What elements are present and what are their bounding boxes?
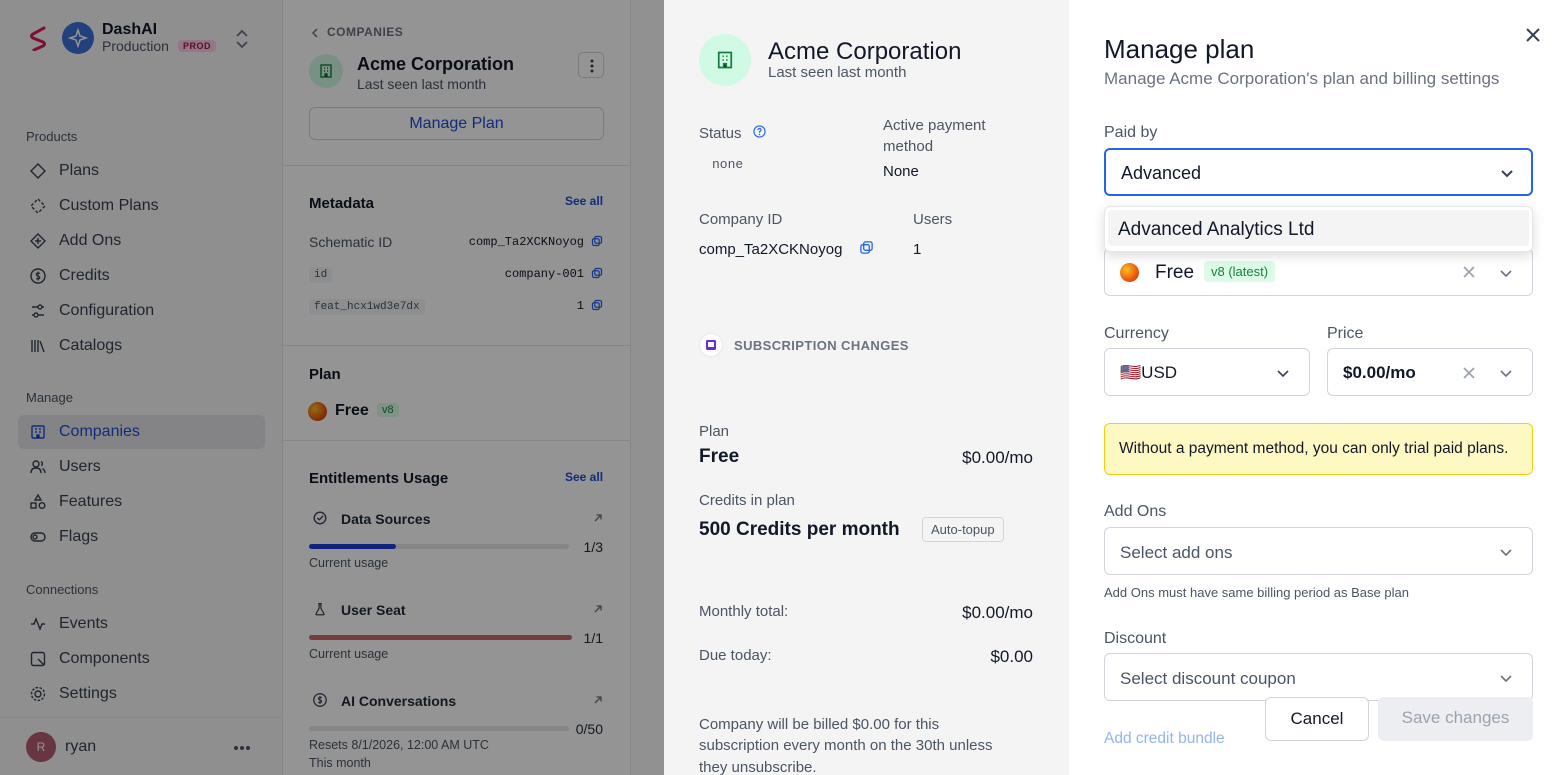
company-id-label: Company ID: [699, 211, 783, 228]
status-label: Status: [699, 125, 742, 142]
billing-note-line-1: Company will be billed $0.00 for this: [699, 716, 940, 733]
discount-placeholder: Select discount coupon: [1120, 669, 1296, 688]
users-value: 1: [913, 241, 922, 258]
chevron-down-icon: [1500, 675, 1512, 683]
monthly-total-label: Monthly total:: [699, 603, 789, 620]
chevron-down-icon: [1277, 370, 1289, 378]
payment-method-value: None: [883, 163, 919, 180]
chevron-down-icon[interactable]: [1499, 366, 1513, 380]
plan-select[interactable]: Free v8 (latest): [1104, 248, 1533, 296]
currency-label: Currency: [1104, 325, 1169, 342]
clear-icon[interactable]: [1463, 367, 1475, 379]
payment-method-label: Active payment method: [883, 117, 986, 155]
plan-version-badge: v8 (latest): [1204, 261, 1276, 282]
summary-company-name: Acme Corporation: [768, 38, 962, 65]
summary-plan-value: Free: [699, 446, 740, 467]
due-today-value: $0.00: [990, 647, 1033, 666]
billing-note-line-3: they unsubscribe.: [699, 759, 817, 775]
payment-warning-banner: Without a payment method, you can only t…: [1104, 423, 1533, 475]
chevron-down-icon: [1500, 549, 1512, 557]
cancel-button[interactable]: Cancel: [1265, 697, 1369, 741]
currency-select[interactable]: 🇺🇸USD: [1104, 348, 1310, 396]
summary-plan-price: $0.00/mo: [962, 448, 1033, 467]
manage-plan-panel: Manage plan Manage Acme Corporation's pl…: [1069, 0, 1568, 775]
status-value: none: [712, 157, 744, 172]
plan-summary-panel: Acme Corporation Last seen last month St…: [664, 0, 1069, 775]
credits-in-plan-label: Credits in plan: [699, 492, 795, 509]
dropdown-option[interactable]: Advanced Analytics Ltd: [1108, 210, 1529, 246]
price-value: $0.00/mo: [1343, 363, 1416, 382]
price-label: Price: [1327, 325, 1364, 342]
monthly-total-value: $0.00/mo: [962, 603, 1033, 622]
paid-by-dropdown-menu: Advanced Analytics Ltd: [1104, 206, 1533, 252]
plan-icon: [1120, 263, 1139, 282]
subscription-changes-heading: SUBSCRIPTION CHANGES: [734, 338, 909, 353]
due-today-label: Due today:: [699, 647, 772, 664]
addons-label: Add Ons: [1104, 503, 1167, 520]
summary-plan-label: Plan: [699, 423, 730, 440]
discount-select[interactable]: Select discount coupon: [1104, 653, 1533, 701]
manage-plan-title: Manage plan: [1104, 34, 1255, 64]
subscription-changes-icon: [699, 333, 723, 357]
modal-overlay[interactable]: [0, 0, 664, 775]
paid-by-value: Advanced: [1121, 163, 1202, 183]
dropdown-option-label: Advanced Analytics Ltd: [1118, 219, 1315, 240]
chevron-down-icon: [1501, 170, 1513, 178]
company-id-value: comp_Ta2XCKNoyog: [699, 241, 843, 258]
paid-by-label: Paid by: [1104, 124, 1158, 141]
currency-value: 🇺🇸USD: [1120, 363, 1178, 382]
paid-by-select[interactable]: Advanced: [1104, 148, 1533, 196]
plan-select-value: Free: [1155, 262, 1195, 283]
copy-icon[interactable]: [859, 240, 874, 255]
close-icon[interactable]: [1525, 27, 1541, 43]
add-credit-bundle-link[interactable]: Add credit bundle: [1104, 730, 1225, 748]
addons-select[interactable]: Select add ons: [1104, 527, 1533, 575]
credits-in-plan-value: 500 Credits per month: [699, 519, 900, 540]
addons-hint: Add Ons must have same billing period as…: [1104, 585, 1409, 600]
addons-placeholder: Select add ons: [1120, 543, 1233, 562]
save-changes-button[interactable]: Save changes: [1378, 697, 1533, 741]
help-circle-icon[interactable]: [753, 125, 766, 138]
price-select[interactable]: $0.00/mo: [1327, 348, 1533, 396]
discount-label: Discount: [1104, 630, 1167, 647]
auto-topup-badge: Auto-topup: [922, 517, 1004, 542]
payment-warning-text: Without a payment method, you can only t…: [1119, 440, 1509, 457]
clear-icon[interactable]: [1463, 266, 1475, 278]
building-icon: [717, 51, 733, 69]
manage-plan-subtitle: Manage Acme Corporation's plan and billi…: [1104, 69, 1500, 88]
summary-company-avatar: [699, 34, 751, 86]
chevron-down-icon[interactable]: [1499, 266, 1513, 280]
summary-last-seen: Last seen last month: [768, 64, 907, 81]
users-label: Users: [913, 211, 953, 228]
billing-note-line-2: subscription every month on the 30th unl…: [699, 737, 993, 754]
